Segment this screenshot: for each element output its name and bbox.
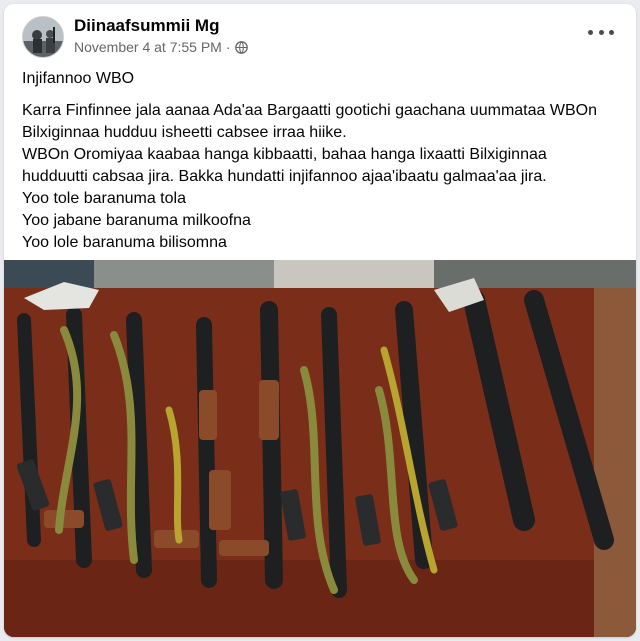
author-name[interactable]: Diinaafsummii Mg: [74, 16, 219, 36]
rifles-photo: [4, 260, 636, 637]
globe-icon[interactable]: [234, 40, 248, 54]
post-line: WBOn Oromiyaa kaabaa hanga kibbaatti, ba…: [22, 146, 547, 163]
post-timestamp[interactable]: November 4 at 7:55 PM: [74, 39, 222, 55]
post-line: Yoo lole baranuma bilisomna: [22, 234, 227, 251]
author-avatar[interactable]: [22, 16, 64, 58]
post-meta: November 4 at 7:55 PM ·: [74, 39, 248, 55]
post-title: Injifannoo WBO: [22, 70, 135, 87]
avatar-image: [23, 17, 63, 57]
post-line: hudduutti cabsaa jira. Bakka hundatti in…: [22, 168, 547, 185]
more-options-icon[interactable]: [588, 22, 614, 42]
post-photo[interactable]: [4, 260, 636, 637]
post-header: Diinaafsummii Mg November 4 at 7:55 PM ·: [4, 4, 636, 64]
post-line: Yoo tole baranuma tola: [22, 190, 186, 207]
post-line: Bilxiginnaa hudduu isheetti cabsee irraa…: [22, 124, 347, 141]
post-card: Diinaafsummii Mg November 4 at 7:55 PM ·…: [4, 4, 636, 637]
post-line: Yoo jabane baranuma milkoofna: [22, 212, 251, 229]
meta-separator: ·: [225, 39, 231, 55]
post-line: Karra Finfinnee jala aanaa Ada'aa Bargaa…: [22, 102, 597, 119]
post-text: Injifannoo WBO Karra Finfinnee jala aana…: [22, 68, 622, 254]
